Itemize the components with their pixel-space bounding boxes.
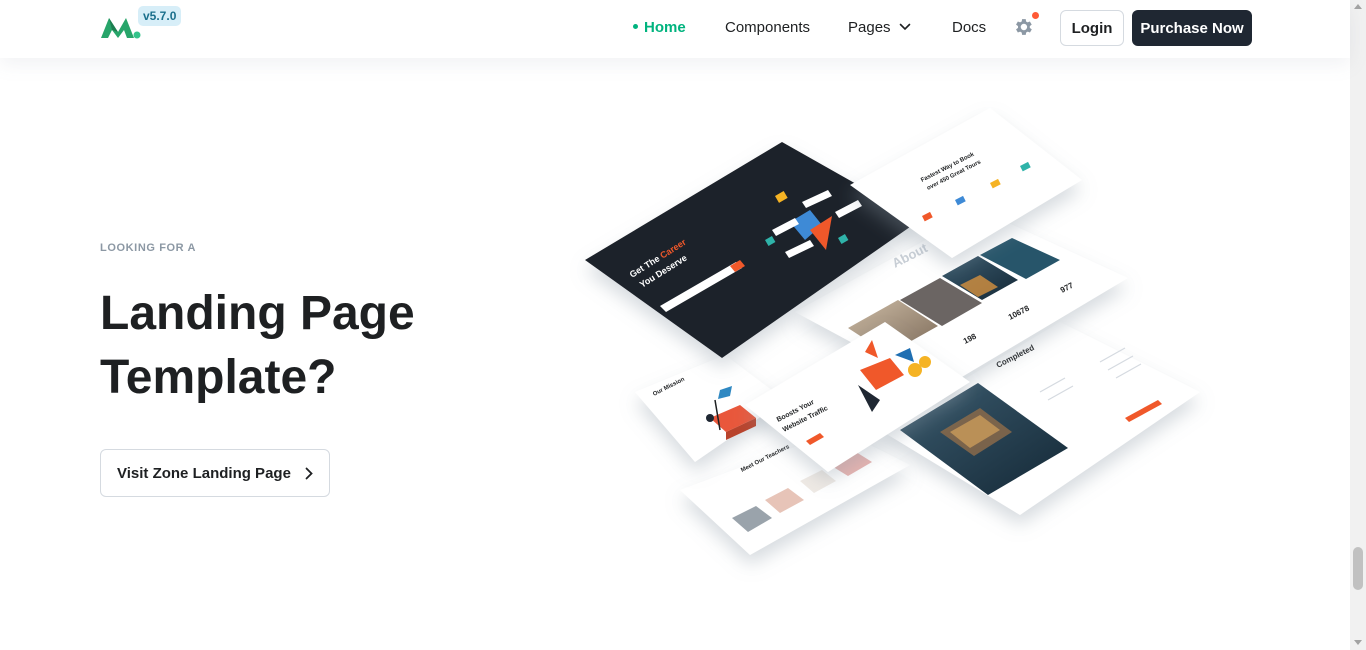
- version-badge: v5.7.0: [138, 6, 182, 26]
- login-button[interactable]: Login: [1060, 10, 1124, 46]
- chevron-right-icon: [305, 467, 313, 480]
- page-scrollbar[interactable]: [1350, 0, 1366, 650]
- teachers-card: [680, 430, 910, 555]
- hero-title-line-1: Landing Page: [100, 287, 415, 340]
- visit-zone-landing-button[interactable]: Visit Zone Landing Page: [100, 449, 330, 497]
- hero-title: Landing Page Template?: [100, 282, 520, 410]
- hero-eyebrow: LOOKING FOR A: [100, 242, 196, 254]
- notification-dot: [1032, 12, 1039, 19]
- scroll-up-arrow-icon[interactable]: [1354, 4, 1362, 9]
- logo-icon[interactable]: [100, 14, 142, 40]
- nav-components-link[interactable]: Components: [725, 19, 810, 36]
- purchase-now-button[interactable]: Purchase Now: [1132, 10, 1252, 46]
- site-header: v5.7.0 Home Components Pages Docs Login …: [0, 0, 1350, 58]
- hero-title-line-2: Template?: [100, 351, 337, 404]
- nav-pages-dropdown[interactable]: Pages: [848, 19, 911, 36]
- scroll-down-arrow-icon[interactable]: [1354, 640, 1362, 645]
- nav-docs-link[interactable]: Docs: [952, 19, 986, 36]
- visit-zone-landing-label: Visit Zone Landing Page: [117, 464, 291, 482]
- active-dot-icon: [633, 23, 638, 29]
- scrollbar-thumb[interactable]: [1353, 547, 1363, 590]
- landing-templates-mockup: Meet Our Teachers Our Mission Completed …: [585, 108, 1200, 555]
- chevron-down-icon: [899, 23, 910, 31]
- nav-home-label: Home: [644, 19, 686, 36]
- nav-pages-label: Pages: [848, 19, 891, 36]
- gear-icon[interactable]: [1012, 16, 1034, 38]
- nav-home-link[interactable]: Home: [633, 19, 686, 36]
